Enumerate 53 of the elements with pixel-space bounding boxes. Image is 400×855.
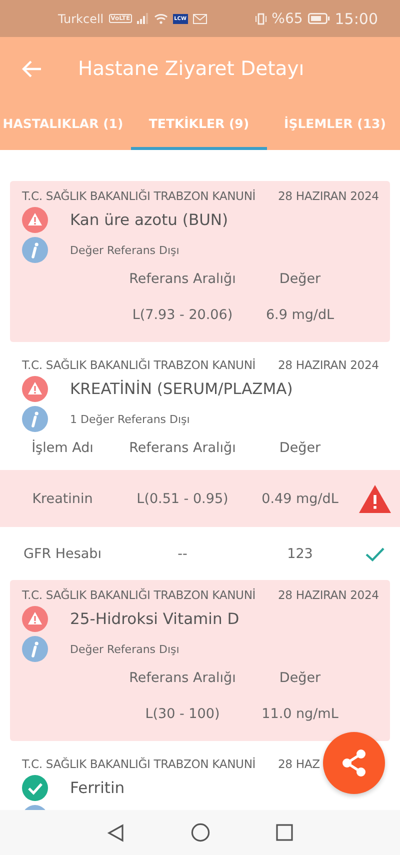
info-icon (22, 636, 48, 662)
battery-icon (308, 13, 330, 24)
result-note: Değer Referans Dışı (70, 642, 180, 656)
mail-icon (192, 14, 206, 24)
table-cell-text: Kreatinin (31, 490, 94, 506)
hospital-name: T.C. SAĞLIK BAKANLIĞI TRABZON KANUNİ (22, 587, 257, 604)
table-cell-text: L(0.51 - 0.95) (136, 490, 230, 506)
test-date: 28 HAZIRAN 2024 (278, 587, 379, 604)
clock: 15:00 (334, 10, 378, 28)
test-date: 28 HAZ (278, 756, 320, 773)
table-cell-text: L(7.93 - 20.06) (131, 306, 234, 322)
share-icon (340, 748, 368, 778)
result-note: 1 Değer Referans Dışı (70, 412, 190, 426)
table-cell-text: L(30 - 100) (144, 706, 221, 722)
tab[interactable]: TETKİKLER (9) (131, 100, 267, 150)
test-name: Kan üre azotu (BUN) (70, 211, 228, 229)
column-header: Referans Aralığı (128, 440, 237, 456)
recents-button[interactable] (276, 824, 293, 841)
hospital-name: T.C. SAĞLIK BAKANLIĞI TRABZON KANUNİ (22, 756, 257, 773)
screen-title: Hastane Ziyaret Detayı (78, 57, 304, 80)
test-date: 28 HAZIRAN 2024 (278, 188, 379, 205)
back-button[interactable] (107, 824, 125, 842)
test-date: 28 HAZIRAN 2024 (278, 357, 379, 374)
test-name: 25-Hidroksi Vitamin D (70, 610, 240, 628)
hospital-name: T.C. SAĞLIK BAKANLIĞI TRABZON KANUNİ (22, 357, 257, 374)
table-cell-text: -- (176, 546, 188, 562)
table-cell-text: 6.9 mg/dL (264, 306, 336, 322)
carrier-label: Turkcell (58, 12, 104, 26)
vibrate-icon (254, 12, 267, 24)
column-header: İşlem Adı (30, 440, 94, 456)
column-header: Referans Aralığı (128, 271, 237, 287)
wifi-icon (154, 13, 168, 24)
home-button[interactable] (191, 823, 210, 842)
column-header: Değer (278, 271, 322, 287)
share-button[interactable] (323, 732, 385, 794)
battery-percent: %65 (272, 10, 303, 26)
column-header: Değer (278, 670, 322, 686)
table-cell-text: 11.0 ng/mL (260, 706, 340, 722)
table-cell-text: GFR Hesabı (22, 546, 102, 562)
info-icon (22, 406, 48, 432)
info-icon (22, 237, 48, 263)
hospital-name: T.C. SAĞLIK BAKANLIĞI TRABZON KANUNİ (22, 188, 257, 205)
back-arrow-icon (22, 60, 42, 78)
signal-icon (137, 13, 150, 24)
table-cell-text: 0.49 mg/dL (260, 490, 340, 506)
result-note: Değer Referans Dışı (70, 244, 180, 256)
tab[interactable]: İŞLEMLER (13) (267, 100, 400, 150)
test-name: Ferritin (70, 779, 125, 797)
tab[interactable]: HASTALIKLAR (1) (0, 100, 131, 150)
column-header: Değer (278, 440, 322, 456)
table-cell-text: 123 (286, 546, 314, 562)
test-name: KREATİNİN (SERUM/PLAZMA) (70, 380, 293, 398)
column-header: Referans Aralığı (128, 670, 237, 686)
